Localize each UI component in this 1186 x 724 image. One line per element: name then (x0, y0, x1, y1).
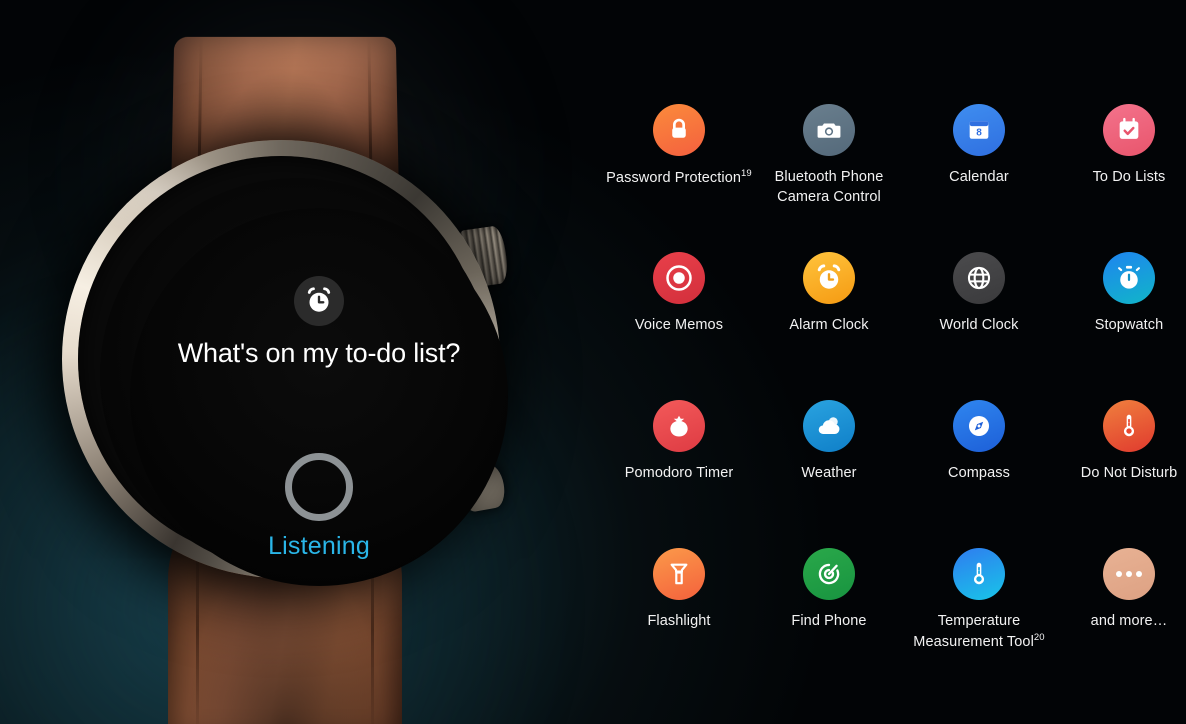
app-cell[interactable]: World Clock (904, 252, 1054, 400)
camera-icon[interactable] (803, 104, 855, 156)
tomato-icon[interactable] (653, 400, 705, 452)
app-label: Do Not Disturb (1080, 465, 1178, 481)
app-cell[interactable]: Pomodoro Timer (604, 400, 754, 548)
app-label: Weather (801, 465, 857, 481)
listening-status-text: Listening (268, 532, 370, 560)
app-label: Flashlight (647, 613, 711, 629)
app-cell[interactable]: Do Not Disturb (1054, 400, 1186, 548)
todo-calendar-check-icon[interactable] (1103, 104, 1155, 156)
app-feature-grid: Password Protection19 Bluetooth Phone Cam… (604, 104, 1177, 696)
alarm-clock-icon (294, 276, 344, 326)
app-cell[interactable]: Compass (904, 400, 1054, 548)
app-cell[interactable]: 8 Calendar (904, 104, 1054, 252)
app-label: Voice Memos (634, 317, 724, 333)
app-cell[interactable]: Weather (754, 400, 904, 548)
app-cell[interactable]: Flashlight (604, 548, 754, 696)
app-label: Pomodoro Timer (624, 465, 734, 481)
app-label: To Do Lists (1092, 169, 1166, 185)
watch-feature-page: What's on my to-do list? Listening Passw… (0, 0, 1186, 724)
find-phone-icon[interactable] (803, 548, 855, 600)
flashlight-icon[interactable] (653, 548, 705, 600)
watch-case: What's on my to-do list? Listening (62, 140, 508, 586)
app-label: World Clock (939, 317, 1019, 333)
smartwatch-product-image: What's on my to-do list? Listening (0, 0, 600, 724)
app-label: Alarm Clock (789, 317, 869, 333)
svg-text:8: 8 (976, 127, 982, 138)
app-cell[interactable]: To Do Lists (1054, 104, 1186, 252)
lock-icon[interactable] (653, 104, 705, 156)
calendar-icon[interactable]: 8 (953, 104, 1005, 156)
alarm-clock-icon[interactable] (803, 252, 855, 304)
stopwatch-icon[interactable] (1103, 252, 1155, 304)
app-label: and more… (1090, 613, 1168, 629)
more-dots-icon[interactable] (1103, 548, 1155, 600)
app-cell[interactable]: Voice Memos (604, 252, 754, 400)
app-cell[interactable]: Stopwatch (1054, 252, 1186, 400)
voice-memo-icon[interactable] (653, 252, 705, 304)
thermometer-icon[interactable] (953, 548, 1005, 600)
app-label: Temperature Measurement Tool20 (913, 613, 1045, 650)
app-cell[interactable]: Temperature Measurement Tool20 (904, 548, 1054, 696)
app-label: Compass (948, 465, 1010, 481)
footnote-marker: 19 (741, 168, 752, 179)
compass-icon[interactable] (953, 400, 1005, 452)
app-cell[interactable]: Find Phone (754, 548, 904, 696)
app-cell[interactable]: Password Protection19 (604, 104, 754, 252)
app-label: Stopwatch (1094, 317, 1164, 333)
globe-icon[interactable] (953, 252, 1005, 304)
thermometer-dnd-icon[interactable] (1103, 400, 1155, 452)
watch-screen[interactable]: What's on my to-do list? Listening (130, 208, 508, 586)
app-cell[interactable]: Bluetooth Phone Camera Control (754, 104, 904, 252)
app-label: Calendar (949, 169, 1009, 185)
cloud-sun-icon[interactable] (803, 400, 855, 452)
app-cell[interactable]: and more… (1054, 548, 1186, 696)
app-label: Find Phone (791, 613, 867, 629)
app-label: Password Protection19 (606, 168, 752, 186)
listening-ring-indicator (285, 453, 353, 521)
footnote-marker: 20 (1033, 631, 1045, 643)
voice-query-text: What's on my to-do list? (177, 338, 461, 368)
app-label: Bluetooth Phone Camera Control (774, 169, 884, 205)
app-cell[interactable]: Alarm Clock (754, 252, 904, 400)
